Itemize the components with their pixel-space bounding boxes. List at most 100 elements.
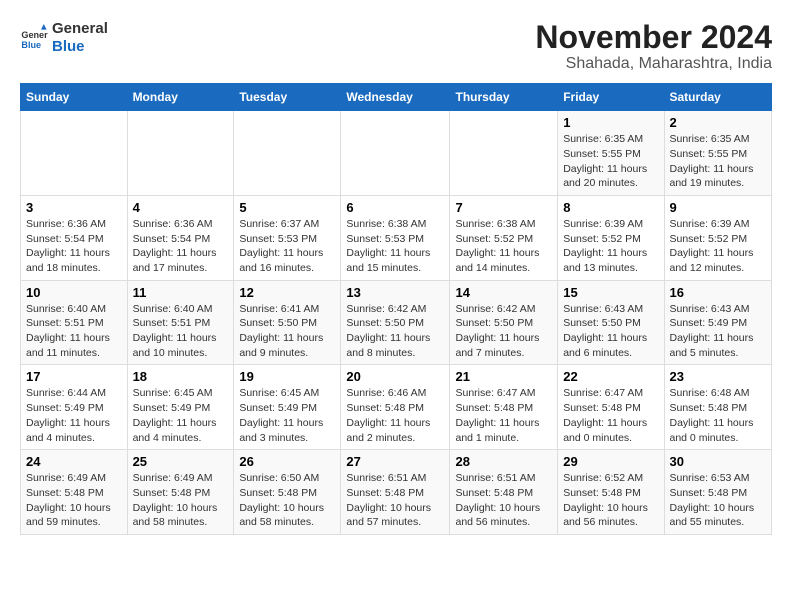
cell-details: Sunrise: 6:38 AM Sunset: 5:52 PM Dayligh… (455, 217, 552, 276)
day-number: 6 (346, 200, 444, 215)
cell-details: Sunrise: 6:44 AM Sunset: 5:49 PM Dayligh… (26, 386, 122, 445)
calendar-cell: 23 Sunrise: 6:48 AM Sunset: 5:48 PM Dayli… (664, 365, 772, 450)
calendar-cell: 22Sunrise: 6:47 AM Sunset: 5:48 PM Dayli… (558, 365, 664, 450)
calendar-cell: 3Sunrise: 6:36 AM Sunset: 5:54 PM Daylig… (21, 195, 128, 280)
calendar-cell: 20 Sunrise: 6:46 AM Sunset: 5:48 PM Dayli… (341, 365, 450, 450)
day-number: 11 (133, 285, 229, 300)
calendar-cell: 26Sunrise: 6:50 AM Sunset: 5:48 PM Dayli… (234, 450, 341, 535)
week-row-4: 17Sunrise: 6:44 AM Sunset: 5:49 PM Dayli… (21, 365, 772, 450)
calendar-cell: 8Sunrise: 6:39 AM Sunset: 5:52 PM Daylig… (558, 195, 664, 280)
calendar-cell (21, 111, 128, 196)
calendar-cell: 29 Sunrise: 6:52 AM Sunset: 5:48 PM Dayli… (558, 450, 664, 535)
calendar-cell: 11 Sunrise: 6:40 AM Sunset: 5:51 PM Dayli… (127, 280, 234, 365)
day-number: 16 (670, 285, 767, 300)
cell-details: Sunrise: 6:35 AM Sunset: 5:55 PM Dayligh… (670, 132, 767, 191)
day-number: 9 (670, 200, 767, 215)
cell-details: Sunrise: 6:36 AM Sunset: 5:54 PM Dayligh… (133, 217, 229, 276)
calendar-cell: 6 Sunrise: 6:38 AM Sunset: 5:53 PM Daylig… (341, 195, 450, 280)
calendar-cell: 7Sunrise: 6:38 AM Sunset: 5:52 PM Daylig… (450, 195, 558, 280)
calendar-cell: 19Sunrise: 6:45 AM Sunset: 5:49 PM Dayli… (234, 365, 341, 450)
calendar-cell: 30Sunrise: 6:53 AM Sunset: 5:48 PM Dayli… (664, 450, 772, 535)
cell-details: Sunrise: 6:39 AM Sunset: 5:52 PM Dayligh… (563, 217, 658, 276)
day-number: 24 (26, 454, 122, 469)
week-row-5: 24 Sunrise: 6:49 AM Sunset: 5:48 PM Dayli… (21, 450, 772, 535)
day-number: 25 (133, 454, 229, 469)
cell-details: Sunrise: 6:39 AM Sunset: 5:52 PM Dayligh… (670, 217, 767, 276)
day-number: 21 (455, 369, 552, 384)
cell-details: Sunrise: 6:51 AM Sunset: 5:48 PM Dayligh… (455, 471, 552, 530)
cell-details: Sunrise: 6:46 AM Sunset: 5:48 PM Dayligh… (346, 386, 444, 445)
calendar-cell: 25 Sunrise: 6:49 AM Sunset: 5:48 PM Dayli… (127, 450, 234, 535)
col-header-monday: Monday (127, 84, 234, 111)
week-row-1: 1 Sunrise: 6:35 AM Sunset: 5:55 PM Daylig… (21, 111, 772, 196)
calendar-cell: 17Sunrise: 6:44 AM Sunset: 5:49 PM Dayli… (21, 365, 128, 450)
calendar-cell: 24 Sunrise: 6:49 AM Sunset: 5:48 PM Dayli… (21, 450, 128, 535)
cell-details: Sunrise: 6:38 AM Sunset: 5:53 PM Dayligh… (346, 217, 444, 276)
calendar-cell: 12 Sunrise: 6:41 AM Sunset: 5:50 PM Dayli… (234, 280, 341, 365)
calendar-cell: 10Sunrise: 6:40 AM Sunset: 5:51 PM Dayli… (21, 280, 128, 365)
day-number: 1 (563, 115, 658, 130)
cell-details: Sunrise: 6:40 AM Sunset: 5:51 PM Dayligh… (133, 302, 229, 361)
day-number: 15 (563, 285, 658, 300)
cell-details: Sunrise: 6:43 AM Sunset: 5:50 PM Dayligh… (563, 302, 658, 361)
calendar-cell: 14Sunrise: 6:42 AM Sunset: 5:50 PM Dayli… (450, 280, 558, 365)
header: General Blue General Blue November 2024 … (20, 20, 772, 73)
calendar-header-row: SundayMondayTuesdayWednesdayThursdayFrid… (21, 84, 772, 111)
cell-details: Sunrise: 6:37 AM Sunset: 5:53 PM Dayligh… (239, 217, 335, 276)
day-number: 12 (239, 285, 335, 300)
cell-details: Sunrise: 6:43 AM Sunset: 5:49 PM Dayligh… (670, 302, 767, 361)
day-number: 2 (670, 115, 767, 130)
calendar-cell (234, 111, 341, 196)
title-area: November 2024 Shahada, Maharashtra, Indi… (535, 20, 772, 73)
cell-details: Sunrise: 6:42 AM Sunset: 5:50 PM Dayligh… (346, 302, 444, 361)
calendar-body: 1 Sunrise: 6:35 AM Sunset: 5:55 PM Daylig… (21, 111, 772, 535)
calendar-cell: 27Sunrise: 6:51 AM Sunset: 5:48 PM Dayli… (341, 450, 450, 535)
col-header-tuesday: Tuesday (234, 84, 341, 111)
calendar-cell: 15 Sunrise: 6:43 AM Sunset: 5:50 PM Dayli… (558, 280, 664, 365)
day-number: 3 (26, 200, 122, 215)
day-number: 20 (346, 369, 444, 384)
location-subtitle: Shahada, Maharashtra, India (535, 55, 772, 73)
calendar-cell (127, 111, 234, 196)
day-number: 28 (455, 454, 552, 469)
cell-details: Sunrise: 6:41 AM Sunset: 5:50 PM Dayligh… (239, 302, 335, 361)
day-number: 4 (133, 200, 229, 215)
calendar-cell: 18Sunrise: 6:45 AM Sunset: 5:49 PM Dayli… (127, 365, 234, 450)
calendar-table: SundayMondayTuesdayWednesdayThursdayFrid… (20, 83, 772, 535)
calendar-cell: 21Sunrise: 6:47 AM Sunset: 5:48 PM Dayli… (450, 365, 558, 450)
cell-details: Sunrise: 6:45 AM Sunset: 5:49 PM Dayligh… (239, 386, 335, 445)
logo-icon: General Blue (20, 24, 48, 52)
week-row-3: 10Sunrise: 6:40 AM Sunset: 5:51 PM Dayli… (21, 280, 772, 365)
month-title: November 2024 (535, 20, 772, 55)
col-header-thursday: Thursday (450, 84, 558, 111)
day-number: 27 (346, 454, 444, 469)
cell-details: Sunrise: 6:52 AM Sunset: 5:48 PM Dayligh… (563, 471, 658, 530)
cell-details: Sunrise: 6:35 AM Sunset: 5:55 PM Dayligh… (563, 132, 658, 191)
col-header-saturday: Saturday (664, 84, 772, 111)
calendar-cell: 2 Sunrise: 6:35 AM Sunset: 5:55 PM Daylig… (664, 111, 772, 196)
cell-details: Sunrise: 6:48 AM Sunset: 5:48 PM Dayligh… (670, 386, 767, 445)
calendar-cell: 5 Sunrise: 6:37 AM Sunset: 5:53 PM Daylig… (234, 195, 341, 280)
logo: General Blue General Blue (20, 20, 108, 56)
calendar-cell: 1 Sunrise: 6:35 AM Sunset: 5:55 PM Daylig… (558, 111, 664, 196)
logo-line1: General (52, 20, 108, 38)
day-number: 23 (670, 369, 767, 384)
day-number: 13 (346, 285, 444, 300)
day-number: 5 (239, 200, 335, 215)
cell-details: Sunrise: 6:53 AM Sunset: 5:48 PM Dayligh… (670, 471, 767, 530)
cell-details: Sunrise: 6:49 AM Sunset: 5:48 PM Dayligh… (26, 471, 122, 530)
week-row-2: 3 Sunrise: 6:36 AM Sunset: 5:54 PM Daylig… (21, 195, 772, 280)
col-header-friday: Friday (558, 84, 664, 111)
calendar-cell: 4 Sunrise: 6:36 AM Sunset: 5:54 PM Daylig… (127, 195, 234, 280)
calendar-cell: 16 Sunrise: 6:43 AM Sunset: 5:49 PM Dayli… (664, 280, 772, 365)
calendar-cell (341, 111, 450, 196)
svg-text:Blue: Blue (21, 40, 41, 50)
cell-details: Sunrise: 6:49 AM Sunset: 5:48 PM Dayligh… (133, 471, 229, 530)
calendar-cell: 28 Sunrise: 6:51 AM Sunset: 5:48 PM Dayli… (450, 450, 558, 535)
day-number: 22 (563, 369, 658, 384)
day-number: 26 (239, 454, 335, 469)
cell-details: Sunrise: 6:40 AM Sunset: 5:51 PM Dayligh… (26, 302, 122, 361)
calendar-cell: 13 Sunrise: 6:42 AM Sunset: 5:50 PM Dayli… (341, 280, 450, 365)
logo-line2: Blue (52, 38, 108, 56)
day-number: 29 (563, 454, 658, 469)
